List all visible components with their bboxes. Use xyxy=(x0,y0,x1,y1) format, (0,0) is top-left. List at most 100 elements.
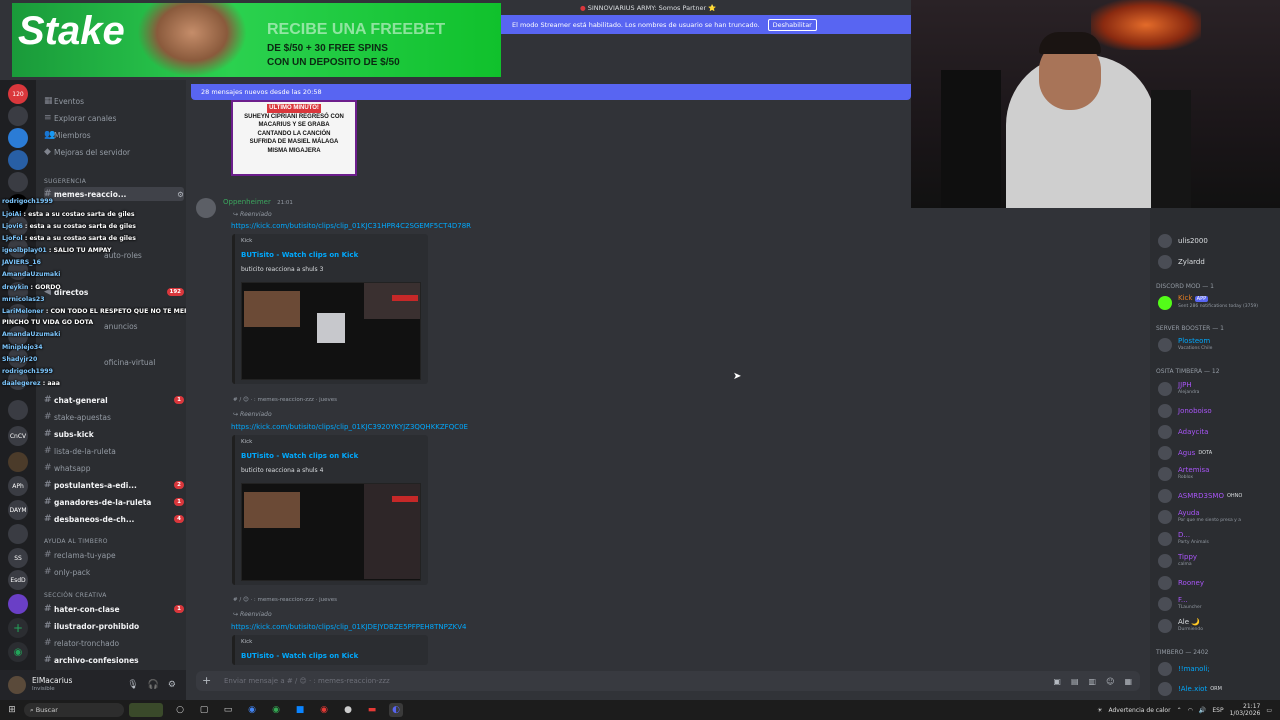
server-icon[interactable] xyxy=(8,452,28,472)
avatar[interactable] xyxy=(8,676,26,694)
member-item[interactable]: Agus DOTA xyxy=(1158,446,1212,460)
server-icon[interactable]: APh xyxy=(8,476,28,496)
weather-icon[interactable]: ☀ xyxy=(1097,707,1102,714)
member-item[interactable]: Artemisa Roblox xyxy=(1158,467,1209,481)
channel-subs-kick[interactable]: # subs-kick xyxy=(44,427,184,441)
channel-only-pack[interactable]: # only-pack xyxy=(44,565,184,579)
channel-archivo-confesiones[interactable]: # archivo-confesiones xyxy=(44,653,184,667)
server-icon[interactable] xyxy=(8,400,28,420)
clip-thumbnail[interactable] xyxy=(241,483,421,581)
channel-desbaneos[interactable]: # desbaneos-de-ch... 4 xyxy=(44,512,184,526)
server-icon[interactable] xyxy=(8,172,28,192)
task-view-icon[interactable]: ▢ xyxy=(197,703,211,717)
server-icon[interactable]: EsdD xyxy=(8,570,28,590)
member-item[interactable]: Rooney xyxy=(1158,576,1204,590)
embed-title[interactable]: BUTisito - Watch clips on Kick xyxy=(241,251,358,259)
server-icon[interactable] xyxy=(8,106,28,126)
member-item[interactable]: Ayuda Por que me siento presa y a xyxy=(1158,510,1241,524)
volume-icon[interactable]: 🔊 xyxy=(1199,707,1206,714)
member-item[interactable]: JJPH Alejandra xyxy=(1158,382,1199,396)
clip-link[interactable]: https://kick.com/butisito/clips/clip_01K… xyxy=(231,222,471,230)
widget-icon[interactable] xyxy=(129,703,163,717)
member-item[interactable]: D... Party Animals xyxy=(1158,532,1209,546)
author-name[interactable]: Oppenheimer xyxy=(223,198,271,206)
sticker-icon[interactable]: ▥ xyxy=(1089,677,1097,686)
chrome-icon[interactable]: ◉ xyxy=(317,703,331,717)
member-item[interactable]: Kick APP Sent 286 notifications today (37… xyxy=(1158,295,1258,310)
member-item[interactable]: Tippy calma xyxy=(1158,554,1197,568)
server-icon[interactable] xyxy=(8,594,28,614)
app-icon[interactable]: ■ xyxy=(293,703,307,717)
member-item[interactable]: Jonoboiso xyxy=(1158,404,1212,418)
apps-icon[interactable]: ▦ xyxy=(1124,677,1132,686)
gear-icon[interactable]: ⚙ xyxy=(168,680,176,690)
embed-title[interactable]: BUTisito - Watch clips on Kick xyxy=(241,652,358,660)
server-icon[interactable]: CnCV xyxy=(8,426,28,446)
language[interactable]: ESP xyxy=(1212,707,1223,714)
sidebar-item-browse[interactable]: ≡ Explorar canales xyxy=(44,111,184,125)
channel-postulantes[interactable]: # postulantes-a-edi... 2 xyxy=(44,478,184,492)
notification-icon[interactable]: ▭ xyxy=(1266,707,1272,714)
server-icon[interactable]: 120 xyxy=(8,84,28,104)
server-icon[interactable] xyxy=(8,128,28,148)
channel-ilustrador-prohibido[interactable]: # ilustrador-prohibido xyxy=(44,619,184,633)
sidebar-item-boosts[interactable]: ◆ Mejoras del servidor xyxy=(44,145,184,159)
obs-icon[interactable]: ● xyxy=(341,703,355,717)
new-messages-bar[interactable]: 28 mensajes nuevos desde las 20:58 xyxy=(191,84,911,100)
sponsor-banner[interactable]: Stake RECIBE UNA FREEBET DE $/50 + 30 FR… xyxy=(12,3,501,77)
server-icon[interactable]: DAYM xyxy=(8,500,28,520)
member-item[interactable]: Ale 🌙 Durmiendo xyxy=(1158,619,1203,633)
discover-icon[interactable]: ◉ xyxy=(8,642,28,662)
gift-icon[interactable]: ▣ xyxy=(1053,677,1061,686)
channel-relator-tronchado[interactable]: # relator-tronchado xyxy=(44,636,184,650)
clip-link[interactable]: https://kick.com/butisito/clips/clip_01K… xyxy=(231,623,467,631)
windows-start-icon[interactable]: ⊞ xyxy=(5,703,19,717)
category-sugerencia[interactable]: Sugerencia xyxy=(44,178,86,185)
add-attachment-icon[interactable]: + xyxy=(202,674,211,687)
microphone-icon[interactable]: 🎙 xyxy=(127,680,138,690)
app-icon[interactable]: ▬ xyxy=(365,703,379,717)
chrome-icon[interactable]: ◉ xyxy=(269,703,283,717)
sidebar-item-members[interactable]: 👥 Miembros xyxy=(44,128,184,142)
channel-stake-apuestas[interactable]: # stake-apuestas xyxy=(44,410,184,424)
channel-lista-de-la-ruleta[interactable]: # lista-de-la-ruleta xyxy=(44,444,184,458)
emoji-icon[interactable]: ☺ xyxy=(1106,677,1114,686)
news-image[interactable]: ÚLTIMO MINUTO! SUHEYN CIPRIANI REGRESÓ C… xyxy=(231,100,357,176)
clock[interactable]: 21:17 1/03/2026 xyxy=(1230,703,1261,717)
cortana-icon[interactable]: ○ xyxy=(173,703,187,717)
member-item[interactable]: ASMRD3SMO OHNO xyxy=(1158,489,1242,503)
embed-title[interactable]: BUTisito - Watch clips on Kick xyxy=(241,452,358,460)
taskbar-search[interactable]: ⌕ Buscar xyxy=(24,703,124,717)
member-item[interactable]: !Ale.xiot ORM xyxy=(1158,682,1222,696)
category-ayuda[interactable]: AYUDA AL TIMBERO xyxy=(44,538,108,545)
clip-link[interactable]: https://kick.com/butisito/clips/clip_01K… xyxy=(231,423,468,431)
file-explorer-icon[interactable]: ▭ xyxy=(221,703,235,717)
member-item[interactable]: Zylardd xyxy=(1158,255,1205,269)
gif-icon[interactable]: ▤ xyxy=(1071,677,1079,686)
channel-ganadores[interactable]: # ganadores-de-la-ruleta 1 xyxy=(44,495,184,509)
category-creativa[interactable]: SECCIÓN CREATIVA xyxy=(44,592,107,599)
discord-icon[interactable]: ◐ xyxy=(389,703,403,717)
member-item[interactable]: !!manoli; xyxy=(1158,662,1210,676)
server-icon[interactable] xyxy=(8,150,28,170)
wifi-icon[interactable]: ◠ xyxy=(1188,707,1193,714)
server-icon[interactable] xyxy=(8,524,28,544)
channel-whatsapp[interactable]: # whatsapp xyxy=(44,461,184,475)
weather-text[interactable]: Advertencia de calor xyxy=(1108,707,1170,714)
server-icon[interactable]: SS xyxy=(8,548,28,568)
channel-hater-con-clase[interactable]: # hater-con-clase 1 xyxy=(44,602,184,616)
message-input[interactable]: + Enviar mensaje a # / 😊 · : memes-reacc… xyxy=(196,671,1140,691)
chrome-icon[interactable]: ◉ xyxy=(245,703,259,717)
sidebar-item-events[interactable]: ▦ Eventos xyxy=(44,94,184,108)
channel-reclama-tu-yape[interactable]: # reclama-tu-yape xyxy=(44,548,184,562)
member-item[interactable]: F... TLauncher xyxy=(1158,597,1202,611)
add-server-icon[interactable]: + xyxy=(8,618,28,638)
disable-streamer-button[interactable]: Deshabilitar xyxy=(767,18,817,31)
clip-thumbnail[interactable] xyxy=(241,282,421,380)
member-item[interactable]: ulis2000 xyxy=(1158,234,1208,248)
tray-icon[interactable]: ⌃ xyxy=(1177,707,1182,714)
member-item[interactable]: Plosteom Vacations Chile xyxy=(1158,338,1212,352)
avatar[interactable] xyxy=(196,198,216,218)
headphones-icon[interactable]: 🎧 xyxy=(148,680,159,690)
member-item[interactable]: Adaycita xyxy=(1158,425,1208,439)
